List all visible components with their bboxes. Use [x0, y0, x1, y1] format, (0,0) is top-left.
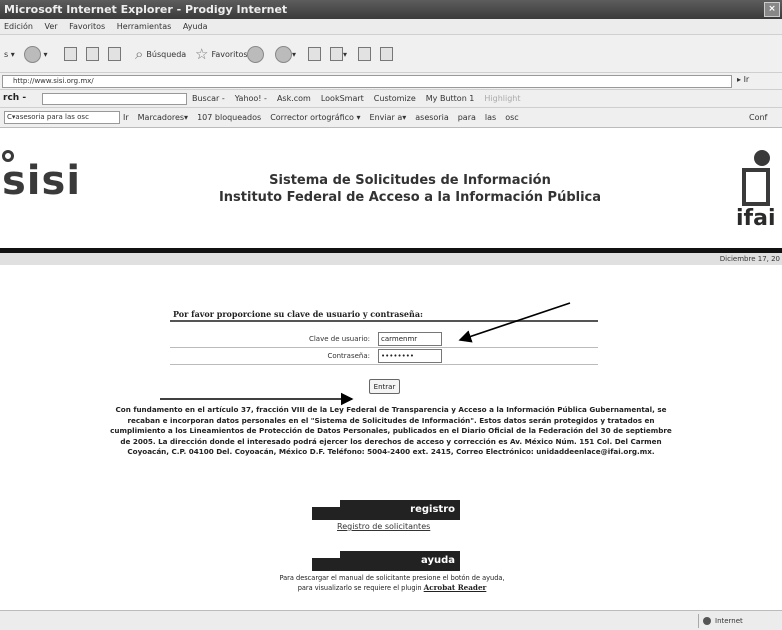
help-line1: Para descargar el manual de solicitante … — [279, 574, 505, 582]
page-title-line2: Instituto Federal de Acceso a la Informa… — [218, 190, 602, 205]
ifai-logo: ifai — [736, 150, 782, 242]
stop-button[interactable] — [64, 45, 77, 63]
address-input[interactable]: http://www.sisi.org.mx/ — [2, 75, 732, 88]
links-toolbar-bloqueados[interactable]: 107 bloqueados — [197, 113, 261, 122]
links-toolbar-asesoria[interactable]: asesoria — [415, 113, 448, 122]
help-text: Para descargar el manual de solicitante … — [200, 573, 584, 593]
discuss-button[interactable] — [358, 45, 371, 63]
menu-favoritos[interactable]: Favoritos — [69, 22, 105, 31]
forward-button[interactable]: ▾ — [24, 45, 48, 63]
links-toolbar: C▾asesoria para las osc Ir Marcadores▾ 1… — [0, 108, 782, 128]
stop-icon — [64, 47, 77, 61]
password-input[interactable] — [378, 349, 442, 363]
search-toolbar-label: rch - — [3, 93, 27, 103]
date-bar: Diciembre 17, 20 — [0, 253, 782, 265]
search-icon: ⌕ — [135, 45, 144, 63]
links-toolbar-corrector[interactable]: Corrector ortográfico ▾ — [270, 113, 360, 122]
status-zone-label: Internet — [715, 617, 743, 625]
search-toolbar-input[interactable] — [42, 93, 187, 105]
links-toolbar-conf[interactable]: Conf — [749, 113, 767, 122]
legal-notice: Con fundamento en el artículo 37, fracci… — [110, 405, 672, 456]
home-icon — [108, 47, 121, 61]
mail-button[interactable]: ▾ — [275, 45, 296, 63]
search-button[interactable]: ⌕ Búsqueda — [135, 45, 186, 63]
page-title: Sistema de Solicitudes de Información In… — [200, 172, 620, 206]
home-button[interactable] — [108, 45, 121, 63]
search-toolbar-my-button[interactable]: My Button 1 — [426, 94, 475, 103]
search-toolbar-ask[interactable]: Ask.com — [277, 94, 311, 103]
favorites-button[interactable]: ☆ Favoritos — [195, 45, 248, 63]
ifai-logo-text: ifai — [736, 206, 776, 231]
globe-icon — [703, 617, 711, 625]
history-icon — [247, 45, 264, 63]
address-go-button[interactable]: ▸ Ir — [737, 75, 749, 84]
links-toolbar-marcadores[interactable]: Marcadores▾ — [138, 113, 188, 122]
search-toolbar-customize[interactable]: Customize — [374, 94, 416, 103]
search-toolbar-buscar[interactable]: Buscar - — [192, 94, 225, 103]
window-title-bar: Microsoft Internet Explorer - Prodigy In… — [0, 0, 782, 19]
links-toolbar-las[interactable]: las — [485, 113, 496, 122]
search-toolbar-highlight[interactable]: Highlight — [484, 94, 520, 103]
print-icon — [308, 47, 321, 61]
sisi-logo: sisi — [2, 158, 82, 204]
refresh-icon — [86, 47, 99, 61]
help-line2: para visualizarlo se requiere el plugin … — [297, 583, 487, 592]
ifai-logo-body — [742, 168, 770, 206]
messenger-button[interactable] — [380, 45, 393, 63]
forward-icon — [24, 45, 41, 63]
menu-ver[interactable]: Ver — [45, 22, 58, 31]
edit-button[interactable]: ▾ — [330, 45, 347, 63]
mail-icon — [275, 45, 292, 63]
status-bar: Internet — [0, 610, 782, 630]
links-toolbar-go[interactable]: Ir — [123, 113, 129, 122]
messenger-icon — [380, 47, 393, 61]
enter-button[interactable]: Entrar — [369, 379, 400, 394]
registro-link[interactable]: Registro de solicitantes — [337, 522, 430, 531]
window-title: Microsoft Internet Explorer - Prodigy In… — [4, 3, 288, 16]
username-row: Clave de usuario: — [170, 331, 598, 348]
login-divider — [170, 320, 598, 322]
links-toolbar-input[interactable]: C▾asesoria para las osc — [4, 111, 120, 124]
standard-toolbar: s ▾ ▾ ⌕ Búsqueda ☆ Favoritos ▾ ▾ — [0, 35, 782, 73]
menu-ayuda[interactable]: Ayuda — [183, 22, 208, 31]
edit-icon — [330, 47, 343, 61]
login-heading: Por favor proporcione su clave de usuari… — [173, 309, 423, 319]
search-toolbar-looksmart[interactable]: LookSmart — [321, 94, 364, 103]
menu-herramientas[interactable]: Herramientas — [117, 22, 172, 31]
status-zone: Internet — [698, 614, 780, 628]
refresh-button[interactable] — [86, 45, 99, 63]
star-icon: ☆ — [195, 45, 209, 63]
menu-edicion[interactable]: Edición — [4, 22, 33, 31]
registro-button[interactable]: registro — [312, 500, 460, 520]
links-toolbar-osc[interactable]: osc — [505, 113, 518, 122]
address-bar: http://www.sisi.org.mx/ ▸ Ir — [0, 73, 782, 90]
window-close-button[interactable]: × — [764, 2, 780, 17]
links-toolbar-para[interactable]: para — [458, 113, 476, 122]
search-toolbar: rch - Buscar - Yahoo! - Ask.com LookSmar… — [0, 90, 782, 108]
password-row: Contraseña: — [170, 348, 598, 365]
username-label: Clave de usuario: — [308, 335, 370, 343]
username-input[interactable] — [378, 332, 442, 346]
history-button[interactable] — [247, 45, 264, 63]
menu-bar: Edición Ver Favoritos Herramientas Ayuda — [0, 19, 782, 35]
ayuda-button[interactable]: ayuda — [312, 551, 460, 571]
links-toolbar-enviar[interactable]: Enviar a▾ — [370, 113, 407, 122]
back-button[interactable]: s ▾ — [4, 45, 15, 63]
print-button[interactable] — [308, 45, 321, 63]
ifai-logo-head — [754, 150, 770, 166]
date-text: Diciembre 17, 20 — [719, 255, 780, 263]
discuss-icon — [358, 47, 371, 61]
acrobat-reader-link[interactable]: Acrobat Reader — [424, 583, 487, 592]
search-toolbar-yahoo[interactable]: Yahoo! - — [235, 94, 267, 103]
password-label: Contraseña: — [327, 352, 370, 360]
page-title-line1: Sistema de Solicitudes de Información — [269, 173, 551, 188]
